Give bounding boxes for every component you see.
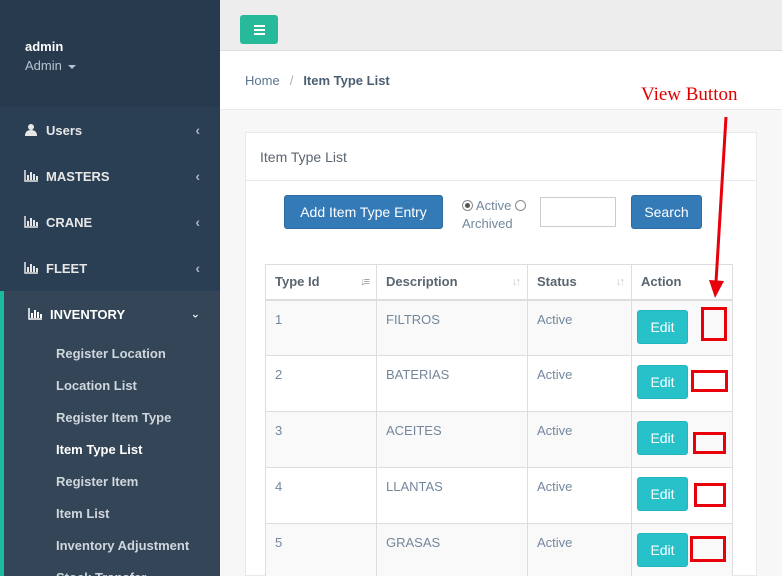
view-button-highlight[interactable] [693, 432, 726, 454]
cell-type-id: 5 [265, 523, 377, 576]
menu-label: CRANE [46, 214, 93, 230]
view-button-highlight[interactable] [694, 483, 726, 507]
cell-description: GRASAS [376, 523, 528, 576]
menu-item-users[interactable]: Users ‹ [0, 107, 220, 153]
chevron-left-icon: ‹ [195, 214, 200, 230]
submenu-register-location[interactable]: Register Location [4, 337, 220, 369]
view-button-highlight[interactable] [701, 306, 727, 341]
edit-button[interactable]: Edit [637, 421, 688, 455]
submenu-register-item-type[interactable]: Register Item Type [4, 401, 220, 433]
menu-label: INVENTORY [50, 306, 126, 322]
sort-asc-icon: ↓≡ [360, 276, 370, 288]
search-button[interactable]: Search [631, 195, 702, 229]
submenu-inventory-adjustment[interactable]: Inventory Adjustment [4, 529, 220, 561]
table-row: 5 GRASAS Active Edit [265, 523, 733, 576]
chevron-down-icon: ⌄ [190, 308, 200, 321]
item-type-table: Type Id ↓≡ Description ↓↑ Status ↓↑ Action … [265, 264, 733, 576]
radio-archived-label: Archived [462, 216, 513, 231]
role-dropdown[interactable]: Admin [25, 58, 220, 73]
sidebar: admin Admin Users ‹ MASTERS ‹ CRANE ‹ FL… [0, 0, 220, 576]
cell-type-id: 3 [265, 411, 377, 468]
table-row: 2 BATERIAS Active Edit [265, 355, 733, 412]
sort-icon: ↓↑ [512, 276, 521, 288]
cell-type-id: 1 [265, 299, 377, 356]
role-label: Admin [25, 58, 62, 73]
view-button-annotation: View Button [641, 84, 738, 105]
bar-chart-icon [24, 170, 38, 182]
menu-label: FLEET [46, 260, 88, 276]
submenu-item-type-list[interactable]: Item Type List [4, 433, 220, 465]
view-button-highlight[interactable] [691, 370, 728, 392]
header-description[interactable]: Description ↓↑ [376, 264, 528, 301]
user-icon [25, 124, 37, 136]
profile-section: admin Admin [0, 0, 220, 107]
username: admin [25, 39, 64, 54]
cell-description: FILTROS [376, 299, 528, 356]
view-button-highlight[interactable] [690, 536, 726, 562]
cell-action: Edit [631, 411, 733, 468]
top-nav [220, 0, 782, 51]
table-row: 4 LLANTAS Active Edit [265, 467, 733, 524]
cell-status: Active [527, 523, 632, 576]
edit-button[interactable]: Edit [637, 477, 688, 511]
cell-status: Active [527, 467, 632, 524]
table-row: 3 ACEITES Active Edit [265, 411, 733, 468]
bar-chart-icon [24, 216, 38, 228]
submenu-register-item[interactable]: Register Item [4, 465, 220, 497]
menu-label: MASTERS [46, 168, 110, 184]
menu-toggle-button[interactable] [240, 15, 278, 44]
header-action: Action [631, 264, 733, 301]
cell-action: Edit [631, 523, 733, 576]
submenu-location-list[interactable]: Location List [4, 369, 220, 401]
chevron-left-icon: ‹ [195, 122, 200, 138]
cell-action: Edit [631, 299, 733, 356]
edit-button[interactable]: Edit [637, 365, 688, 399]
header-status[interactable]: Status ↓↑ [527, 264, 632, 301]
bar-chart-icon [24, 262, 38, 274]
menu-item-inventory[interactable]: INVENTORY ⌄ [4, 291, 220, 337]
table-header-row: Type Id ↓≡ Description ↓↑ Status ↓↑ Action [265, 264, 733, 301]
cell-action: Edit [631, 355, 733, 412]
header-type-id[interactable]: Type Id ↓≡ [265, 264, 377, 301]
cell-status: Active [527, 355, 632, 412]
chevron-left-icon: ‹ [195, 168, 200, 184]
filter-controls: Add Item Type Entry Active Archived Sear… [246, 195, 756, 235]
submenu-item-list[interactable]: Item List [4, 497, 220, 529]
cell-status: Active [527, 299, 632, 356]
cell-description: ACEITES [376, 411, 528, 468]
menu-label: Users [46, 122, 83, 138]
menu-item-crane[interactable]: CRANE ‹ [0, 199, 220, 245]
caret-down-icon [67, 64, 76, 69]
radio-archived[interactable] [514, 200, 526, 211]
hamburger-icon [253, 24, 265, 27]
edit-button[interactable]: Edit [637, 533, 688, 567]
menu-item-masters[interactable]: MASTERS ‹ [0, 153, 220, 199]
sort-icon: ↓↑ [616, 276, 625, 288]
cell-type-id: 2 [265, 355, 377, 412]
breadcrumb-home[interactable]: Home [245, 73, 280, 88]
bar-chart-icon [28, 308, 42, 320]
status-radios: Active Archived [462, 197, 526, 233]
panel-title: Item Type List [246, 133, 756, 181]
add-item-type-button[interactable]: Add Item Type Entry [284, 195, 443, 229]
radio-active-label: Active [475, 198, 512, 213]
table-row: 1 FILTROS Active Edit [265, 299, 733, 356]
radio-active[interactable] [462, 200, 473, 211]
cell-description: BATERIAS [376, 355, 528, 412]
chevron-left-icon: ‹ [195, 260, 200, 276]
edit-button[interactable]: Edit [637, 309, 688, 344]
cell-status: Active [527, 411, 632, 468]
breadcrumb-separator: / [289, 72, 294, 88]
menu-item-fleet[interactable]: FLEET ‹ [0, 245, 220, 291]
breadcrumb-current: Item Type List [303, 72, 390, 88]
search-input[interactable] [540, 197, 616, 227]
menu-group-inventory: INVENTORY ⌄ Register Location Location L… [0, 291, 220, 576]
submenu-stock-transfer[interactable]: Stock Transfer [4, 561, 220, 576]
cell-description: LLANTAS [376, 467, 528, 524]
cell-action: Edit [631, 467, 733, 524]
cell-type-id: 4 [265, 467, 377, 524]
